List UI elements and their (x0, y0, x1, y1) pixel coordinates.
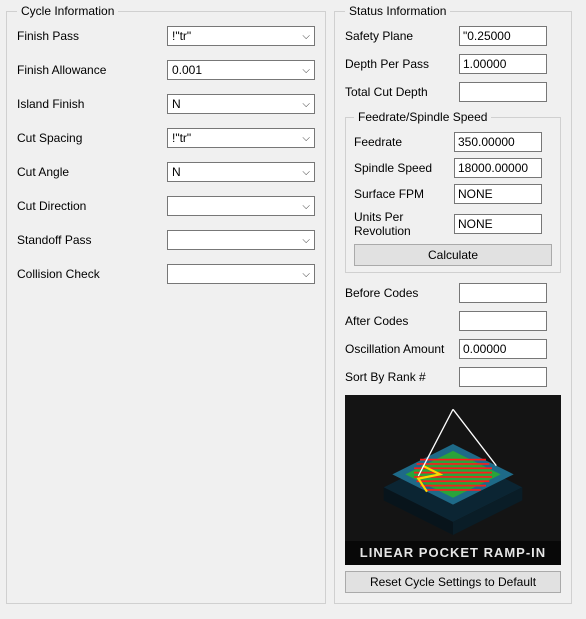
cut-spacing-value: !"tr" (172, 131, 191, 145)
units-per-rev-input[interactable]: NONE (454, 214, 542, 234)
spindle-speed-label: Spindle Speed (354, 161, 454, 175)
cut-direction-combo[interactable]: ⌵ (167, 196, 315, 216)
chevron-down-icon: ⌵ (302, 133, 310, 144)
cut-spacing-combo[interactable]: !"tr" ⌵ (167, 128, 315, 148)
cut-angle-label: Cut Angle (17, 165, 167, 179)
cycle-preview-image: LINEAR POCKET RAMP-IN (345, 395, 561, 565)
depth-per-pass-input[interactable]: 1.00000 (459, 54, 547, 74)
sort-by-rank-label: Sort By Rank # (345, 370, 459, 384)
status-information-legend: Status Information (345, 4, 450, 18)
after-codes-input[interactable] (459, 311, 547, 331)
cycle-information-group: Cycle Information Finish Pass !"tr" ⌵ Fi… (6, 4, 326, 604)
spindle-speed-input[interactable]: 18000.00000 (454, 158, 542, 178)
finish-allowance-label: Finish Allowance (17, 63, 167, 77)
preview-caption: LINEAR POCKET RAMP-IN (345, 541, 561, 565)
chevron-down-icon: ⌵ (302, 201, 310, 212)
sort-by-rank-input[interactable] (459, 367, 547, 387)
oscillation-amount-input[interactable]: 0.00000 (459, 339, 547, 359)
chevron-down-icon: ⌵ (302, 99, 310, 110)
safety-plane-label: Safety Plane (345, 29, 459, 43)
linear-pocket-ramp-in-icon (363, 405, 543, 535)
chevron-down-icon: ⌵ (302, 235, 310, 246)
after-codes-label: After Codes (345, 314, 459, 328)
safety-plane-input[interactable]: "0.25000 (459, 26, 547, 46)
chevron-down-icon: ⌵ (302, 269, 310, 280)
collision-check-combo[interactable]: ⌵ (167, 264, 315, 284)
before-codes-label: Before Codes (345, 286, 459, 300)
island-finish-combo[interactable]: N ⌵ (167, 94, 315, 114)
finish-pass-label: Finish Pass (17, 29, 167, 43)
finish-pass-combo[interactable]: !"tr" ⌵ (167, 26, 315, 46)
total-cut-depth-label: Total Cut Depth (345, 85, 459, 99)
cut-direction-label: Cut Direction (17, 199, 167, 213)
surface-fpm-label: Surface FPM (354, 187, 454, 201)
island-finish-value: N (172, 97, 181, 111)
cut-angle-combo[interactable]: N ⌵ (167, 162, 315, 182)
feedrate-spindle-legend: Feedrate/Spindle Speed (354, 110, 491, 124)
surface-fpm-input[interactable]: NONE (454, 184, 542, 204)
standoff-pass-combo[interactable]: ⌵ (167, 230, 315, 250)
island-finish-label: Island Finish (17, 97, 167, 111)
calculate-button[interactable]: Calculate (354, 244, 552, 266)
chevron-down-icon: ⌵ (302, 31, 310, 42)
finish-pass-value: !"tr" (172, 29, 191, 43)
reset-cycle-settings-button[interactable]: Reset Cycle Settings to Default (345, 571, 561, 593)
collision-check-label: Collision Check (17, 267, 167, 281)
standoff-pass-label: Standoff Pass (17, 233, 167, 247)
feedrate-label: Feedrate (354, 135, 454, 149)
oscillation-amount-label: Oscillation Amount (345, 342, 459, 356)
depth-per-pass-label: Depth Per Pass (345, 57, 459, 71)
total-cut-depth-input[interactable] (459, 82, 547, 102)
status-information-group: Status Information Safety Plane "0.25000… (334, 4, 572, 604)
chevron-down-icon: ⌵ (302, 65, 310, 76)
cycle-information-legend: Cycle Information (17, 4, 118, 18)
units-per-rev-label: Units Per Revolution (354, 210, 454, 238)
finish-allowance-combo[interactable]: 0.001 ⌵ (167, 60, 315, 80)
finish-allowance-value: 0.001 (172, 63, 202, 77)
feedrate-spindle-group: Feedrate/Spindle Speed Feedrate 350.0000… (345, 110, 561, 273)
chevron-down-icon: ⌵ (302, 167, 310, 178)
before-codes-input[interactable] (459, 283, 547, 303)
cut-angle-value: N (172, 165, 181, 179)
cut-spacing-label: Cut Spacing (17, 131, 167, 145)
feedrate-input[interactable]: 350.00000 (454, 132, 542, 152)
